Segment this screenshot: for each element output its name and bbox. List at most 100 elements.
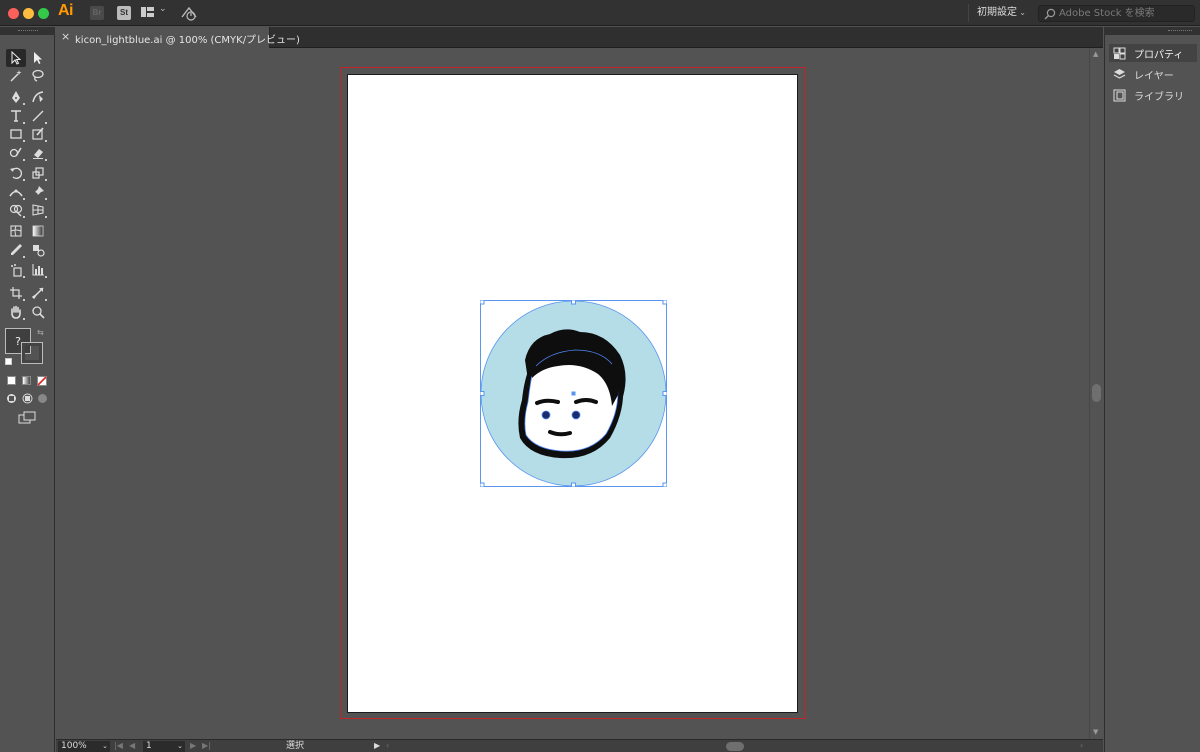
document-tab[interactable]: × kicon_lightblue.ai @ 100% (CMYK/プレビュー) <box>56 27 300 48</box>
pin-icon <box>33 186 44 197</box>
paintbrush-icon <box>32 127 44 140</box>
rectangle-icon <box>10 129 22 139</box>
zoom-tool[interactable] <box>28 303 48 321</box>
left-eye <box>541 410 551 420</box>
swap-fill-stroke-icon[interactable]: ⇆ <box>37 328 44 337</box>
chevron-down-icon[interactable]: ⌄ <box>102 741 108 752</box>
draw-inside-icon[interactable] <box>37 393 48 404</box>
rectangle-tool[interactable] <box>6 125 26 143</box>
stock-search-box[interactable] <box>1038 5 1195 22</box>
close-tab-icon[interactable]: × <box>61 30 70 43</box>
chevron-down-icon: ⌄ <box>1019 8 1026 17</box>
puppet-warp-tool[interactable] <box>28 183 48 201</box>
eraser-tool[interactable] <box>28 144 48 162</box>
scale-icon <box>32 167 44 179</box>
panel-tab-libraries[interactable]: ライブラリ <box>1109 86 1197 104</box>
panel-collapse-strip[interactable] <box>1104 27 1200 35</box>
width-tool[interactable] <box>6 183 26 201</box>
none-mode-icon[interactable] <box>37 376 47 386</box>
curvature-tool[interactable] <box>28 88 48 106</box>
magic-wand-tool[interactable] <box>6 67 26 85</box>
shape-builder-icon <box>9 204 23 217</box>
line-segment-tool[interactable] <box>28 107 48 125</box>
right-eye <box>571 410 581 420</box>
scroll-right-icon[interactable]: › <box>1080 740 1083 752</box>
pen-tool[interactable] <box>6 88 26 106</box>
stock-search-input[interactable] <box>1059 6 1191 21</box>
panel-tab-layers[interactable]: レイヤー <box>1109 65 1197 83</box>
column-graph-tool[interactable] <box>28 261 48 279</box>
workspace-switcher[interactable]: 初期設定 ⌄ <box>968 4 1030 22</box>
first-artboard-icon[interactable]: |◀ <box>114 740 123 752</box>
blend-tool[interactable] <box>28 241 48 259</box>
selection-tool[interactable] <box>6 49 26 67</box>
lasso-icon <box>32 69 44 82</box>
rotate-tool[interactable] <box>6 164 26 182</box>
width-icon <box>9 189 23 197</box>
stroke-swatch[interactable] <box>21 342 43 364</box>
document-canvas[interactable] <box>56 48 1089 739</box>
color-mode-button[interactable] <box>7 376 16 385</box>
chevron-down-icon[interactable]: ⌄ <box>159 4 167 14</box>
perspective-grid-tool[interactable] <box>28 201 48 219</box>
toolbar-collapse-strip[interactable] <box>0 27 55 35</box>
status-menu-icon[interactable]: ▶ <box>374 740 380 752</box>
type-tool[interactable] <box>6 107 26 125</box>
gradient-tool[interactable] <box>28 222 48 240</box>
screen-mode-icon[interactable] <box>18 411 36 424</box>
gpu-performance-icon[interactable] <box>180 5 198 21</box>
draw-behind-icon[interactable] <box>22 393 33 404</box>
mesh-tool[interactable] <box>6 222 26 240</box>
workspace-label: 初期設定 <box>977 7 1017 18</box>
blend-icon <box>33 245 45 257</box>
next-artboard-icon[interactable]: ▶ <box>190 740 196 752</box>
shape-builder-tool[interactable] <box>6 201 26 219</box>
zoom-level-field[interactable]: 100% ⌄ <box>58 741 110 752</box>
paintbrush-tool[interactable] <box>28 125 48 143</box>
stock-button[interactable]: St <box>117 6 131 20</box>
artboard-number-field[interactable]: 1 ⌄ <box>143 741 185 752</box>
eyedropper-tool[interactable] <box>6 241 26 259</box>
slice-tool[interactable] <box>28 284 48 302</box>
gradient-mode-button[interactable] <box>22 376 31 385</box>
vertical-scrollbar[interactable]: ▲ ▼ <box>1089 48 1103 739</box>
scroll-down-icon[interactable]: ▼ <box>1093 728 1098 736</box>
horizontal-scroll-thumb[interactable] <box>726 742 744 751</box>
eyedropper-icon <box>11 244 22 255</box>
window-close-button[interactable] <box>8 8 19 19</box>
libraries-icon <box>1113 89 1126 101</box>
direct-selection-arrow-icon <box>34 52 42 64</box>
scroll-up-icon[interactable]: ▲ <box>1093 50 1098 58</box>
bridge-button[interactable]: Br <box>90 6 104 20</box>
symbol-sprayer-tool[interactable] <box>6 261 26 279</box>
perspective-grid-icon <box>32 204 44 216</box>
default-fill-stroke-icon[interactable] <box>5 358 12 365</box>
shaper-tool[interactable] <box>6 144 26 162</box>
window-maximize-button[interactable] <box>38 8 49 19</box>
pen-icon <box>12 91 20 103</box>
artboard-number: 1 <box>146 741 152 751</box>
artboard-tool[interactable] <box>6 284 26 302</box>
panel-label: レイヤー <box>1134 70 1174 82</box>
center-point <box>571 391 576 396</box>
selection-arrow-icon <box>11 51 22 65</box>
previous-artboard-icon[interactable]: ◀ <box>129 740 135 752</box>
vertical-scroll-thumb[interactable] <box>1092 384 1101 402</box>
lasso-tool[interactable] <box>28 67 48 85</box>
draw-normal-icon[interactable] <box>6 393 17 404</box>
eraser-icon <box>33 149 43 159</box>
shaper-icon <box>9 147 22 158</box>
scale-tool[interactable] <box>28 164 48 182</box>
panel-label: プロパティ <box>1134 49 1184 61</box>
panel-tab-properties[interactable]: プロパティ <box>1109 44 1197 62</box>
direct-selection-tool[interactable] <box>28 49 48 67</box>
window-minimize-button[interactable] <box>23 8 34 19</box>
search-icon <box>1044 8 1056 20</box>
chevron-down-icon[interactable]: ⌄ <box>177 741 183 752</box>
face-icon-artwork[interactable] <box>480 300 667 487</box>
scroll-left-icon[interactable]: ‹ <box>386 740 389 752</box>
hand-tool[interactable] <box>6 303 26 321</box>
last-artboard-icon[interactable]: ▶| <box>202 740 211 752</box>
panel-label: ライブラリ <box>1134 91 1184 103</box>
arrange-documents-icon[interactable] <box>141 7 154 17</box>
